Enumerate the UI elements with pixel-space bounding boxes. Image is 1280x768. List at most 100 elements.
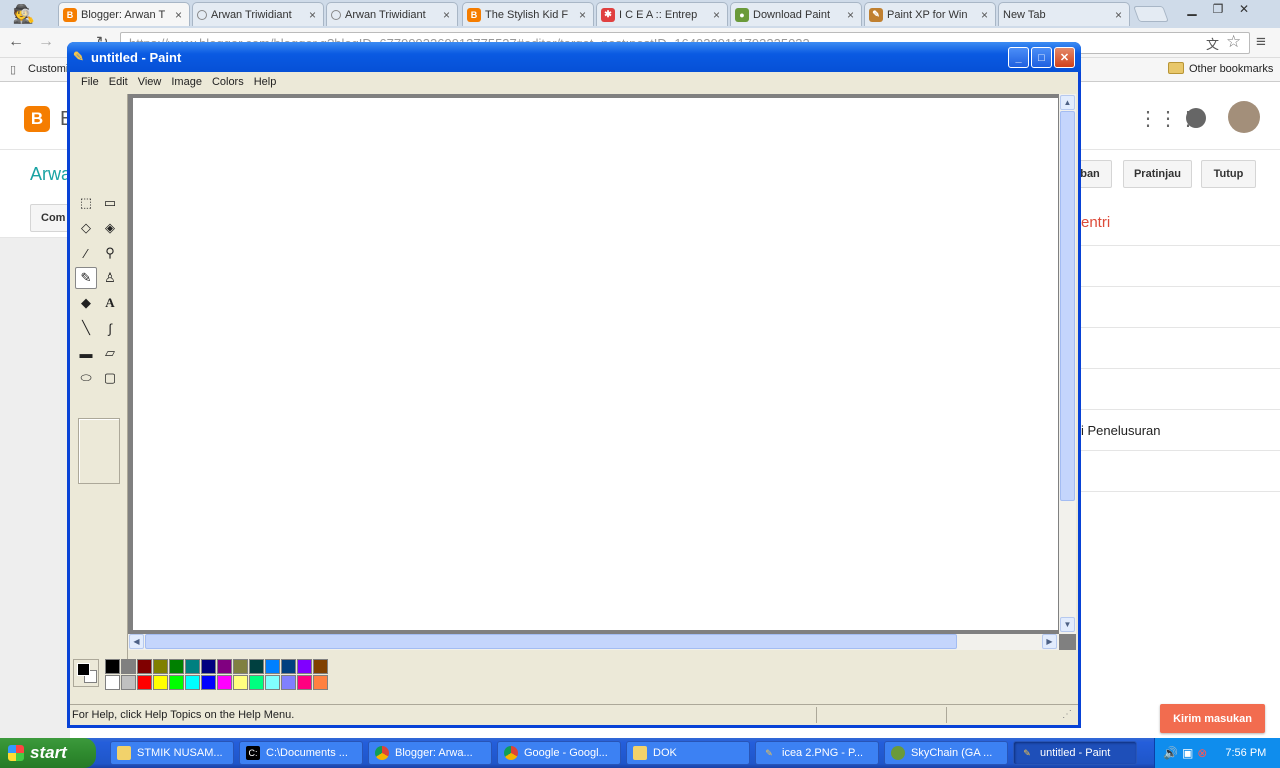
close-tab-icon[interactable]: × [981, 8, 991, 22]
restore-icon[interactable]: ❐ [1206, 0, 1230, 18]
color-swatch[interactable] [153, 675, 168, 690]
paint-titlebar[interactable]: ✎ untitled - Paint _ □ ✕ [67, 42, 1081, 72]
bookmark-star-icon[interactable]: ☆ [1226, 32, 1241, 52]
drawing-canvas[interactable] [133, 98, 1058, 630]
menu-edit[interactable]: Edit [104, 76, 133, 88]
pencil-icon[interactable]: ✎ [75, 267, 97, 289]
color-swatch[interactable] [265, 675, 280, 690]
rectangle-icon[interactable]: ▬ [75, 342, 97, 364]
new-tab-button[interactable] [1133, 6, 1169, 22]
color-picker-icon[interactable]: ⁄ [75, 242, 97, 264]
color-swatch[interactable] [281, 659, 296, 674]
color-swatch[interactable] [185, 659, 200, 674]
taskbar-item[interactable]: DOK [626, 741, 750, 765]
browser-tab[interactable]: ● Download Paint × [730, 2, 862, 26]
color-swatch[interactable] [105, 659, 120, 674]
color-swatch[interactable] [297, 659, 312, 674]
browser-tab[interactable]: B Blogger: Arwan T × [58, 2, 190, 26]
browser-tab[interactable]: ✎ Paint XP for Win × [864, 2, 996, 26]
menu-icon[interactable]: ≡ [1256, 32, 1266, 52]
menu-colors[interactable]: Colors [207, 76, 249, 88]
rect-select-icon[interactable]: ▭ [99, 192, 121, 214]
menu-help[interactable]: Help [249, 76, 282, 88]
other-bookmarks[interactable]: Other bookmarks [1189, 63, 1273, 75]
close-tab-icon[interactable]: × [175, 8, 185, 22]
back-icon[interactable]: ← [8, 33, 24, 51]
color-swatch[interactable] [137, 659, 152, 674]
magnifier-icon[interactable]: ⚲ [99, 242, 121, 264]
preview-button[interactable]: Pratinjau [1123, 160, 1192, 188]
rounded-rectangle-icon[interactable]: ▢ [99, 367, 121, 389]
airbrush-icon[interactable]: ◆ [75, 292, 97, 314]
browser-tab[interactable]: Arwan Triwidiant × [192, 2, 324, 26]
taskbar-item[interactable]: ✎ icea 2.PNG - P... [755, 741, 879, 765]
scroll-left-icon[interactable]: ◀ [129, 634, 144, 649]
translate-icon[interactable]: 文 [1206, 34, 1219, 53]
avatar[interactable] [1228, 101, 1260, 133]
vertical-scrollbar[interactable]: ▲ ▼ [1059, 94, 1076, 634]
color-swatch[interactable] [313, 659, 328, 674]
volume-icon[interactable]: 🔊 [1163, 746, 1178, 760]
tool-options[interactable] [78, 418, 120, 484]
taskbar-item[interactable]: Blogger: Arwa... [368, 741, 492, 765]
browser-tab[interactable]: ✱ I C E A :: Entrep × [596, 2, 728, 26]
menu-view[interactable]: View [133, 76, 167, 88]
color-swatch[interactable] [265, 659, 280, 674]
search-description-item[interactable]: i Penelusuran [1081, 423, 1161, 438]
color-swatch[interactable] [169, 659, 184, 674]
color-swatch[interactable] [281, 675, 296, 690]
taskbar-item[interactable]: C: C:\Documents ... [239, 741, 363, 765]
color-swatch[interactable] [121, 675, 136, 690]
color-swatch[interactable] [201, 675, 216, 690]
scroll-down-icon[interactable]: ▼ [1060, 617, 1075, 632]
current-colors[interactable] [73, 659, 99, 687]
minimize-icon[interactable]: _ [1008, 47, 1029, 68]
curve-icon[interactable]: ∫ [99, 317, 121, 339]
color-swatch[interactable] [249, 659, 264, 674]
taskbar-item[interactable]: SkyChain (GA ... [884, 741, 1008, 765]
line-icon[interactable]: ╲ [75, 317, 97, 339]
blogger-logo-icon[interactable]: B [24, 106, 50, 132]
close-icon[interactable]: ✕ [1232, 0, 1256, 18]
close-icon[interactable]: ✕ [1054, 47, 1075, 68]
notifications-icon[interactable] [1186, 108, 1206, 128]
security-icon[interactable]: ⊗ [1197, 746, 1207, 760]
color-swatch[interactable] [185, 675, 200, 690]
scroll-right-icon[interactable]: ▶ [1042, 634, 1057, 649]
close-tab-icon[interactable]: × [713, 8, 723, 22]
free-select-icon[interactable]: ⬚ [75, 192, 97, 214]
close-button[interactable]: Tutup [1201, 160, 1256, 188]
color-swatch[interactable] [249, 675, 264, 690]
forward-icon[interactable]: → [38, 33, 54, 51]
taskbar-item[interactable]: ✎ untitled - Paint [1013, 741, 1137, 765]
color-swatch[interactable] [233, 675, 248, 690]
scroll-thumb[interactable] [1060, 111, 1075, 501]
taskbar-item[interactable]: STMIK NUSAM... [110, 741, 234, 765]
close-tab-icon[interactable]: × [579, 8, 589, 22]
resize-grip-icon[interactable]: ⋰ [1062, 709, 1072, 720]
brush-icon[interactable]: ♙ [99, 267, 121, 289]
color-swatch[interactable] [105, 675, 120, 690]
close-tab-icon[interactable]: × [309, 8, 319, 22]
color-swatch[interactable] [297, 675, 312, 690]
scroll-thumb[interactable] [145, 634, 957, 649]
send-feedback-button[interactable]: Kirim masukan [1160, 704, 1265, 733]
color-swatch[interactable] [137, 675, 152, 690]
minimize-icon[interactable]: ▁ [1180, 0, 1204, 18]
maximize-icon[interactable]: □ [1031, 47, 1052, 68]
color-swatch[interactable] [153, 659, 168, 674]
browser-tab[interactable]: Arwan Triwidiant × [326, 2, 458, 26]
close-tab-icon[interactable]: × [443, 8, 453, 22]
color-swatch[interactable] [121, 659, 136, 674]
ellipse-icon[interactable]: ⬭ [75, 367, 97, 389]
fill-bucket-icon[interactable]: ◈ [99, 217, 121, 239]
close-tab-icon[interactable]: × [847, 8, 857, 22]
horizontal-scrollbar[interactable]: ◀ ▶ [128, 634, 1059, 650]
blog-title[interactable]: Arwa [30, 164, 71, 185]
color-swatch[interactable] [313, 675, 328, 690]
color-swatch[interactable] [217, 675, 232, 690]
menu-file[interactable]: File [76, 76, 104, 88]
browser-tab[interactable]: B The Stylish Kid F × [462, 2, 594, 26]
polygon-icon[interactable]: ▱ [99, 342, 121, 364]
network-icon[interactable]: ▣ [1182, 746, 1193, 760]
